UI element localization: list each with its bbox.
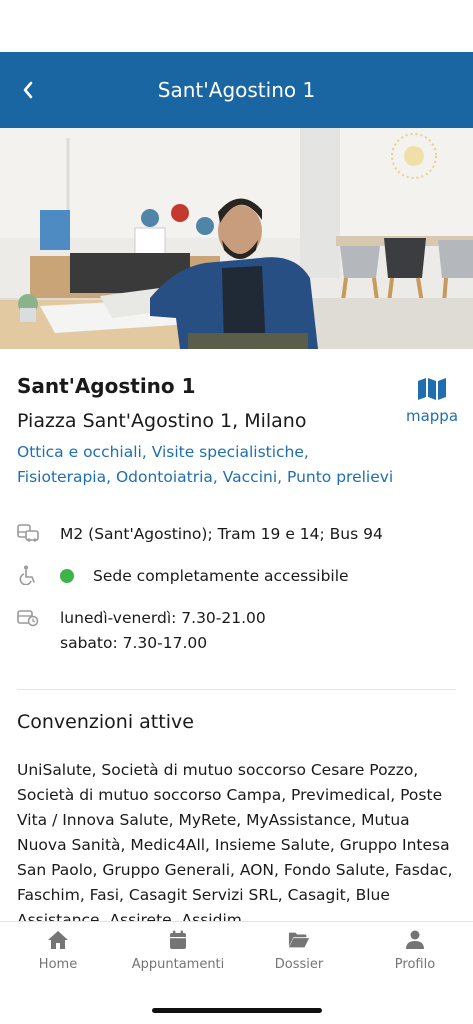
conventions-title: Convenzioni attive <box>17 711 194 733</box>
location-address: Piazza Sant'Agostino 1, Milano <box>17 410 307 432</box>
accessibility-text: Sede completamente accessibile <box>93 567 349 585</box>
location-services[interactable]: Ottica e occhiali, Visite specialistiche… <box>17 440 397 490</box>
transport-row: M2 (Sant'Agostino); Tram 19 e 14; Bus 94 <box>17 522 383 547</box>
divider <box>17 689 456 690</box>
location-details: Sant'Agostino 1 mappa Piazza Sant'Agosti… <box>0 349 473 921</box>
hours-saturday: sabato: 7.30-17.00 <box>60 634 208 652</box>
header-title: Sant'Agostino 1 <box>157 78 316 102</box>
transport-text: M2 (Sant'Agostino); Tram 19 e 14; Bus 94 <box>60 525 383 543</box>
accessible-status-dot <box>60 569 74 583</box>
hours-weekdays: lunedì-venerdì: 7.30-21.00 <box>60 609 266 627</box>
tab-home[interactable]: Home <box>0 929 117 979</box>
tab-dossier-label: Dossier <box>274 957 324 972</box>
tab-profile[interactable]: Profilo <box>356 929 473 979</box>
folder-icon <box>288 929 310 951</box>
app-header: Sant'Agostino 1 <box>0 52 473 128</box>
tab-dossier[interactable]: Dossier <box>240 929 358 979</box>
home-icon <box>47 929 69 951</box>
home-indicator <box>152 1008 322 1013</box>
wheelchair-icon <box>17 564 39 586</box>
transport-icon <box>17 522 39 544</box>
status-bar <box>0 0 473 52</box>
conventions-list: UniSalute, Società di mutuo soccorso Ces… <box>17 761 453 921</box>
map-icon <box>418 378 446 400</box>
map-button[interactable]: mappa <box>403 377 461 427</box>
calendar-icon <box>167 929 189 951</box>
back-button[interactable] <box>4 66 52 114</box>
accessibility-row: Sede completamente accessibile <box>17 564 349 589</box>
tab-profile-label: Profilo <box>394 957 436 972</box>
location-photo <box>0 128 473 349</box>
chevron-left-icon <box>23 81 33 99</box>
clock-building-icon <box>17 606 39 628</box>
tab-appointments[interactable]: Appuntamenti <box>119 929 237 979</box>
tab-appointments-label: Appuntamenti <box>131 957 225 972</box>
location-name: Sant'Agostino 1 <box>17 374 196 398</box>
map-label: mappa <box>405 407 459 425</box>
tab-home-label: Home <box>38 957 78 972</box>
user-icon <box>404 929 426 951</box>
hours-row: lunedì-venerdì: 7.30-21.00 sabato: 7.30-… <box>17 606 266 656</box>
